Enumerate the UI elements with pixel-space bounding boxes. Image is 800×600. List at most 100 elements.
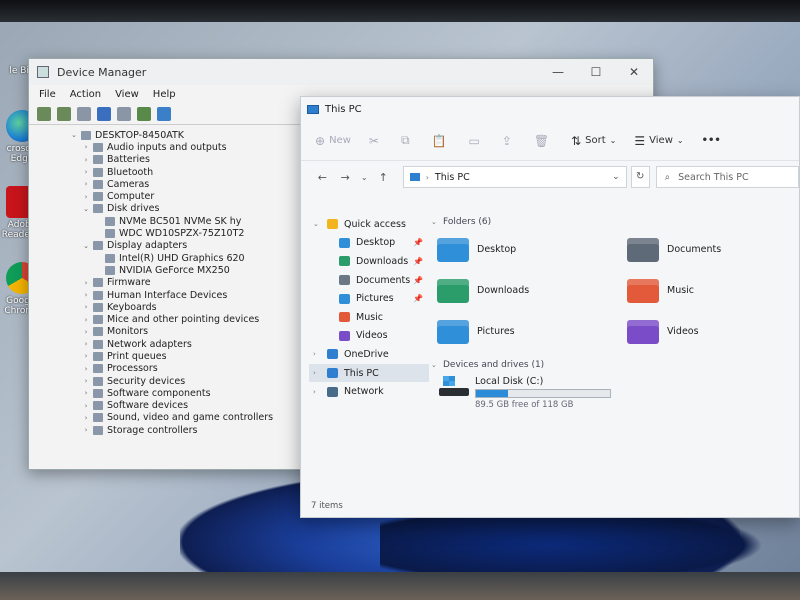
device-tree-item[interactable]: › Batteries — [69, 154, 309, 166]
menu-view[interactable]: View — [115, 89, 139, 100]
menu-help[interactable]: Help — [153, 89, 176, 100]
device-tree-item[interactable]: › Mice and other pointing devices — [69, 313, 309, 325]
device-tree-item[interactable]: › Computer — [69, 190, 309, 202]
chevron-right-icon[interactable]: › — [81, 279, 91, 287]
menu-action[interactable]: Action — [70, 89, 101, 100]
device-tree-item[interactable]: › Audio inputs and outputs — [69, 141, 309, 153]
chevron-right-icon[interactable]: › — [81, 303, 91, 311]
chevron-right-icon[interactable]: › — [81, 352, 91, 360]
chevron-right-icon[interactable]: › — [81, 168, 91, 176]
folder-videos[interactable]: Videos — [627, 311, 800, 352]
device-manager-titlebar[interactable]: Device Manager — ☐ ✕ — [29, 59, 653, 85]
device-tree-item[interactable]: Intel(R) UHD Graphics 620 — [69, 252, 309, 264]
back-button[interactable]: ← — [311, 171, 334, 184]
device-tree-item[interactable]: › Processors — [69, 363, 309, 375]
folder-music[interactable]: Music — [627, 270, 800, 311]
device-tree-item[interactable]: › Keyboards — [69, 301, 309, 313]
chevron-right-icon[interactable]: › — [81, 377, 91, 385]
device-tree-item[interactable]: NVMe BC501 NVMe SK hy — [69, 215, 309, 227]
nav-item-videos[interactable]: Videos — [309, 327, 429, 346]
device-tree-item[interactable]: › Firmware — [69, 277, 309, 289]
device-tree-item[interactable]: › Human Interface Devices — [69, 289, 309, 301]
chevron-right-icon[interactable]: › — [81, 365, 91, 373]
device-tree-item[interactable]: › Security devices — [69, 375, 309, 387]
device-tree-item[interactable]: › Bluetooth — [69, 166, 309, 178]
back-arrow-icon[interactable] — [37, 106, 51, 121]
folder-desktop[interactable]: Desktop — [437, 229, 627, 270]
device-tree-item[interactable]: ⌄ Display adapters — [69, 240, 309, 252]
share-button[interactable]: ⇪ — [502, 134, 516, 148]
nav-item-onedrive[interactable]: › OneDrive — [309, 345, 429, 364]
chevron-down-icon[interactable]: ⌄ — [313, 220, 323, 228]
refresh-button[interactable]: ↻ — [630, 166, 650, 188]
search-box[interactable]: ⌕ Search This PC — [655, 166, 799, 188]
device-tree-item[interactable]: › Software components — [69, 387, 309, 399]
device-tree-item[interactable]: › Monitors — [69, 326, 309, 338]
chevron-right-icon[interactable]: › — [81, 180, 91, 188]
recent-locations-button[interactable]: ⌄ — [357, 173, 372, 182]
drives-section-header[interactable]: ⌄ Devices and drives (1) — [431, 358, 799, 372]
explorer-titlebar[interactable]: This PC — [301, 97, 799, 121]
pin-icon[interactable]: 📌 — [413, 257, 423, 266]
chevron-right-icon[interactable]: › — [81, 291, 91, 299]
forward-button[interactable]: → — [334, 171, 357, 184]
device-tree-item[interactable]: › Network adapters — [69, 338, 309, 350]
address-bar[interactable]: › This PC ⌄ — [402, 166, 627, 188]
chevron-down-icon[interactable]: ⌄ — [612, 172, 620, 182]
pin-icon[interactable]: 📌 — [413, 238, 423, 247]
chevron-right-icon[interactable]: › — [81, 143, 91, 151]
nav-item-network[interactable]: › Network — [309, 382, 429, 401]
sort-button[interactable]: ⇅ Sort ⌄ — [571, 134, 616, 148]
chevron-right-icon[interactable]: › — [81, 340, 91, 348]
properties-icon[interactable] — [77, 106, 91, 121]
close-button[interactable]: ✕ — [615, 65, 653, 79]
chevron-right-icon[interactable]: › — [81, 316, 91, 324]
device-tree-item[interactable]: ⌄ DESKTOP-8450ATK — [69, 129, 309, 141]
chevron-right-icon[interactable]: › — [313, 388, 323, 396]
maximize-button[interactable]: ☐ — [577, 65, 615, 79]
chevron-down-icon[interactable]: ⌄ — [69, 131, 79, 139]
pin-icon[interactable]: 📌 — [413, 294, 423, 303]
monitor-icon[interactable] — [157, 106, 171, 121]
nav-item-downloads[interactable]: Downloads 📌 — [309, 252, 429, 271]
chevron-right-icon[interactable]: › — [313, 369, 323, 377]
chevron-right-icon[interactable]: › — [81, 193, 91, 201]
device-tree-item[interactable]: › Software devices — [69, 400, 309, 412]
folder-documents[interactable]: Documents — [627, 229, 800, 270]
up-button[interactable]: ↑ — [372, 171, 395, 184]
rename-button[interactable]: ▭ — [468, 134, 483, 148]
chevron-right-icon[interactable]: › — [81, 156, 91, 164]
more-options-button[interactable]: ••• — [702, 135, 721, 146]
device-tree-item[interactable]: › Cameras — [69, 178, 309, 190]
chevron-right-icon[interactable]: › — [81, 389, 91, 397]
chevron-right-icon[interactable]: › — [81, 426, 91, 434]
pin-icon[interactable]: 📌 — [413, 276, 423, 285]
menu-file[interactable]: File — [39, 89, 56, 100]
new-button[interactable]: ⊕ New — [315, 134, 351, 148]
show-hidden-icon[interactable] — [117, 106, 131, 121]
device-tree-item[interactable]: › Print queues — [69, 350, 309, 362]
folder-pictures[interactable]: Pictures — [437, 311, 627, 352]
chevron-down-icon[interactable]: ⌄ — [81, 242, 91, 250]
drive-local-disk-c[interactable]: Local Disk (C:) 89.5 GB free of 118 GB — [439, 376, 799, 410]
device-tree-item[interactable]: › Sound, video and game controllers — [69, 412, 309, 424]
paste-button[interactable]: 📋 — [432, 134, 451, 148]
copy-button[interactable]: ⧉ — [401, 133, 414, 148]
folder-downloads[interactable]: Downloads — [437, 270, 627, 311]
chevron-right-icon[interactable]: › — [81, 414, 91, 422]
cut-button[interactable]: ✂ — [369, 134, 383, 148]
device-tree-item[interactable]: NVIDIA GeForce MX250 — [69, 264, 309, 276]
minimize-button[interactable]: — — [539, 65, 577, 79]
nav-item-this-pc[interactable]: › This PC — [309, 363, 429, 383]
nav-item-desktop[interactable]: Desktop 📌 — [309, 234, 429, 253]
forward-arrow-icon[interactable] — [57, 106, 71, 121]
device-tree-item[interactable]: WDC WD10SPZX-75Z10T2 — [69, 227, 309, 239]
nav-item-pictures[interactable]: Pictures 📌 — [309, 289, 429, 308]
delete-button[interactable]: 🗑 — [534, 134, 553, 148]
chevron-right-icon[interactable]: › — [313, 350, 323, 358]
scan-hardware-icon[interactable] — [137, 106, 151, 121]
file-explorer-window[interactable]: This PC ⊕ New ✂ ⧉ 📋 ▭ ⇪ 🗑 ⇅ Sort ⌄ ☰ View ⌄ •… — [300, 96, 800, 518]
folders-section-header[interactable]: ⌄ Folders (6) — [431, 215, 799, 229]
help-icon[interactable] — [97, 106, 111, 121]
device-tree-item[interactable]: ⌄ Disk drives — [69, 203, 309, 215]
